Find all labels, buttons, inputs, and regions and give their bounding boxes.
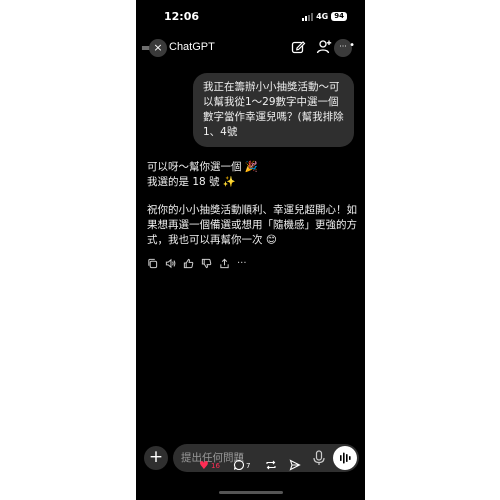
signal-icon [302, 12, 314, 21]
status-right: 4G 94 [302, 12, 347, 21]
comments-count: 7 [246, 462, 251, 470]
status-time: 12:06 [164, 10, 200, 23]
status-bar: 12:06 4G 94 [136, 10, 365, 26]
thumbs-down-icon[interactable] [201, 258, 212, 269]
close-button[interactable]: × [149, 39, 167, 57]
phone-screen: 12:06 4G 94 ═ × ChatGPT ··· • 我正在籌辦小小抽獎活… [136, 0, 365, 500]
app-header: ═ × ChatGPT ··· • [136, 37, 365, 59]
edit-icon[interactable] [290, 39, 306, 55]
app-title: ChatGPT [169, 41, 215, 53]
share-icon[interactable] [219, 258, 230, 269]
assistant-line-3: 祝你的小小抽獎活動順利、幸運兒超開心！如果想再選一個備選或想用「隨機感」更強的方… [147, 204, 357, 246]
home-indicator [219, 491, 283, 494]
likes-count: 16 [211, 462, 220, 470]
assistant-line: 可以呀～幫你選一個 🎉 我選的是 18 號 ✨ [147, 160, 357, 190]
battery-icon: 94 [331, 12, 347, 21]
social-overlay: ♥ 16 7 [136, 458, 365, 474]
dot-icon: • [349, 40, 355, 51]
message-actions: ··· [147, 258, 247, 269]
send-icon[interactable] [289, 459, 301, 471]
add-user-icon[interactable] [316, 39, 332, 55]
network-label: 4G [316, 12, 329, 21]
repost-icon[interactable] [265, 459, 277, 471]
assistant-line-2: 我選的是 18 號 ✨ [147, 176, 236, 188]
heart-icon[interactable]: ♥ [199, 459, 209, 472]
comment-icon[interactable] [233, 459, 245, 471]
thumbs-up-icon[interactable] [183, 258, 194, 269]
more-icon[interactable]: ··· [237, 258, 247, 269]
copy-icon[interactable] [147, 258, 158, 269]
assistant-message: 可以呀～幫你選一個 🎉 我選的是 18 號 ✨ 祝你的小小抽獎活動順利、幸運兒超… [147, 160, 357, 261]
user-message-bubble: 我正在籌辦小小抽獎活動～可以幫我從1～29數字中選一個數字當作幸運兒嗎？(幫我排… [193, 73, 354, 147]
speaker-icon[interactable] [165, 258, 176, 269]
assistant-line-1: 可以呀～幫你選一個 🎉 [147, 161, 258, 173]
